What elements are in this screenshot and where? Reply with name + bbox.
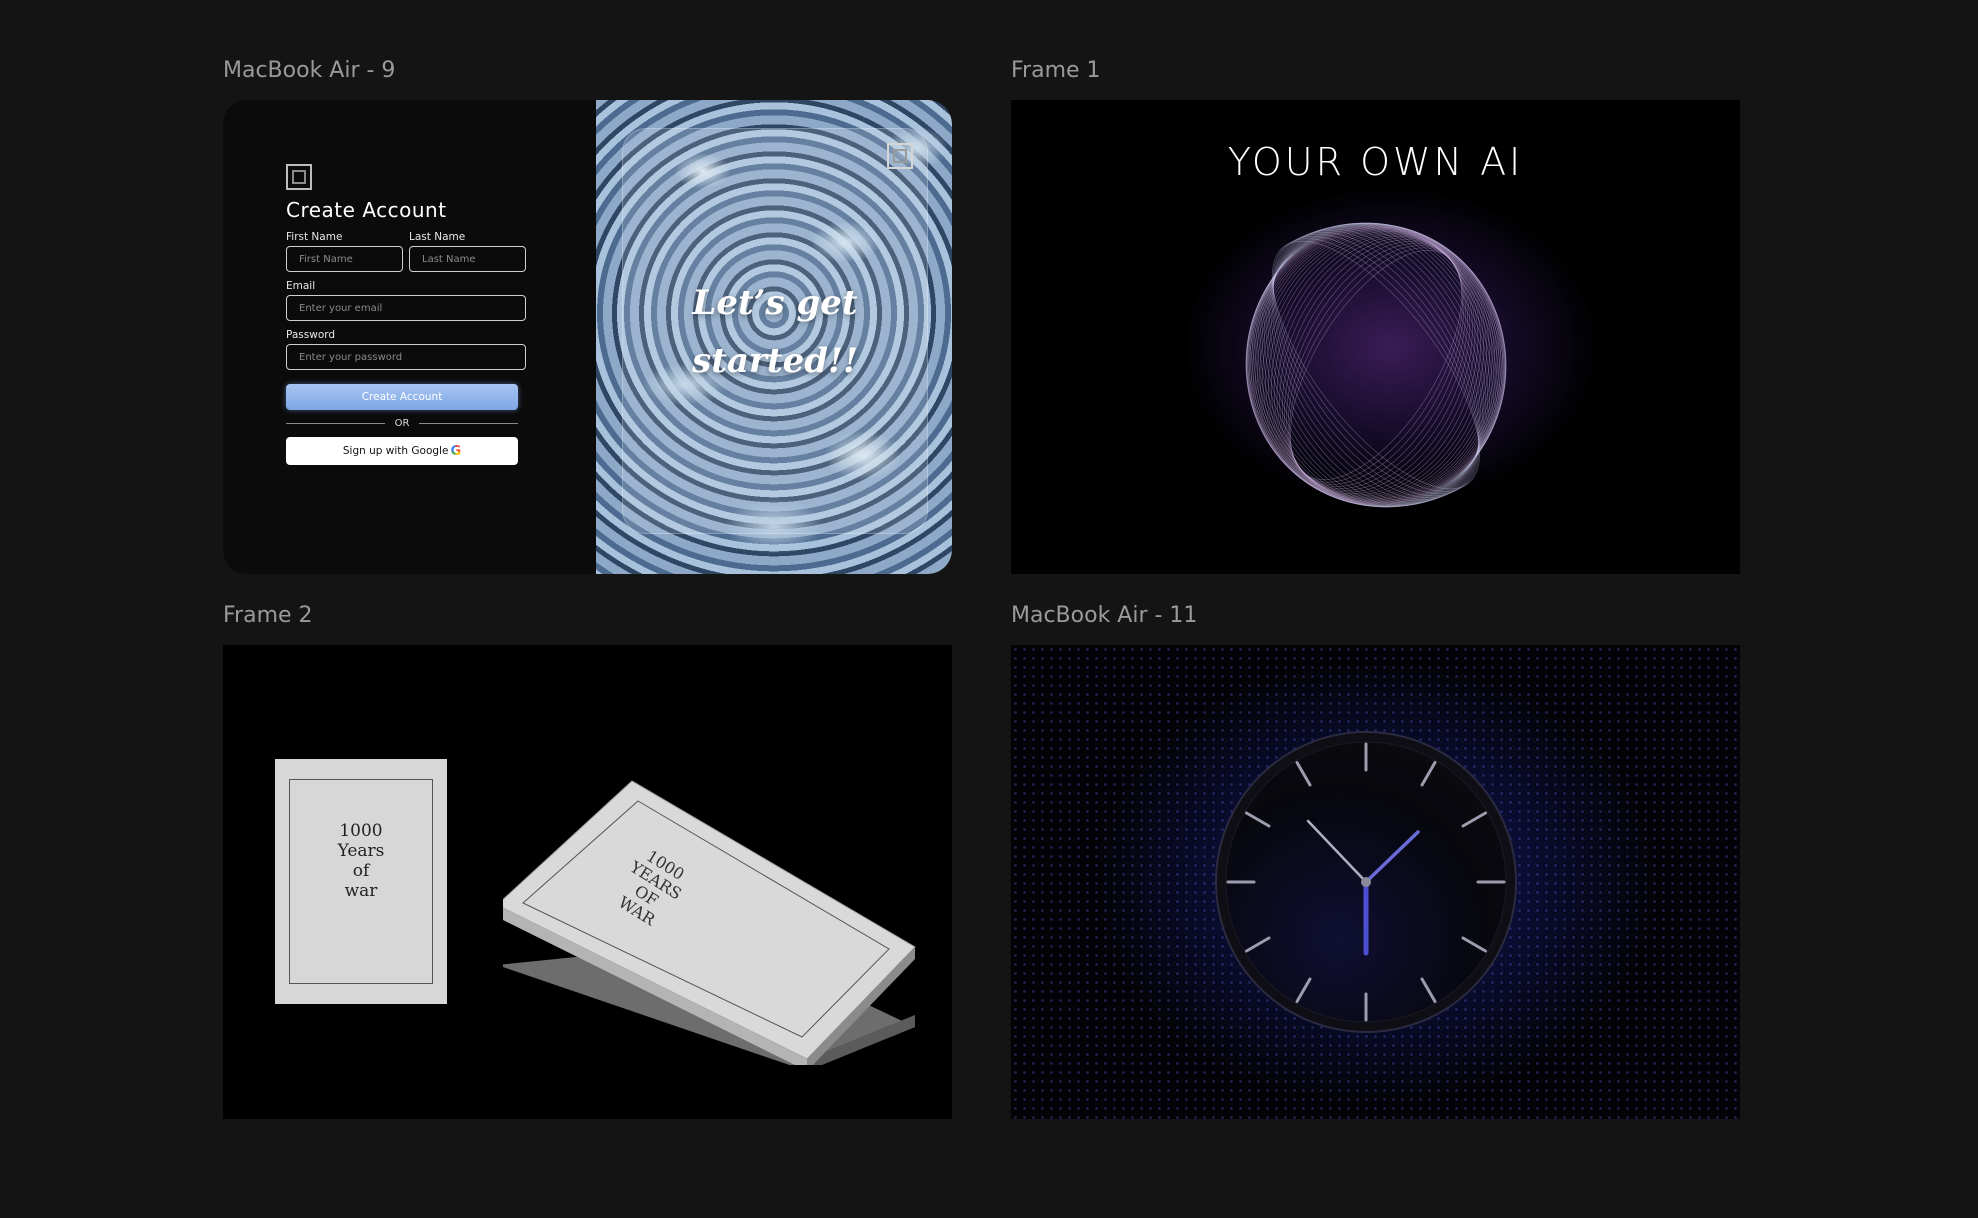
hero-image: Let’s get started!! <box>596 100 952 574</box>
google-icon: G <box>450 443 462 459</box>
book-cover-flat: 1000 Years of war <box>275 759 447 1004</box>
book-frame[interactable]: 1000 Years of war 1000 YEARS OF WAR <box>223 645 952 1119</box>
glass-card: Let’s get started!! <box>622 128 928 534</box>
email-input[interactable] <box>286 295 526 321</box>
create-account-button[interactable]: Create Account <box>286 384 518 410</box>
orb-wire <box>1272 236 1480 494</box>
wireframe-orb-graphic <box>1245 222 1507 508</box>
book-isometric: 1000 YEARS OF WAR <box>503 780 916 1065</box>
signup-form: Create Account First Name Last Name Emai… <box>286 164 526 465</box>
orb-wire <box>1247 223 1505 507</box>
divider-line-left <box>286 423 385 424</box>
frame-label-macbook-air-9[interactable]: MacBook Air - 9 <box>223 58 395 83</box>
or-divider: OR <box>286 418 519 429</box>
frame-label-frame-2[interactable]: Frame 2 <box>223 603 313 628</box>
orb-wire <box>1251 222 1501 508</box>
book-cover-title: 1000 Years of war <box>337 821 385 901</box>
logo-icon <box>286 164 312 190</box>
ai-headline: YOUR OWN AI <box>1227 140 1524 184</box>
orb-wire <box>1272 233 1480 497</box>
clock-graphic <box>1215 731 1517 1033</box>
tagline: Let’s get started!! <box>692 283 858 381</box>
last-name-label: Last Name <box>409 231 466 243</box>
signup-frame[interactable]: Create Account First Name Last Name Emai… <box>223 100 952 574</box>
orb-wire <box>1272 231 1480 499</box>
divider-line-right <box>419 423 519 424</box>
google-signup-label: Sign up with Google <box>342 445 449 457</box>
password-label: Password <box>286 329 336 341</box>
email-label: Email <box>286 280 316 292</box>
clock-frame[interactable] <box>1011 645 1740 1119</box>
frame-label-frame-1[interactable]: Frame 1 <box>1011 58 1101 83</box>
or-label: OR <box>394 418 410 429</box>
first-name-input[interactable] <box>286 246 403 272</box>
first-name-label: First Name <box>286 231 343 243</box>
orb-wire <box>1272 238 1480 492</box>
signup-title: Create Account <box>286 198 447 222</box>
password-input[interactable] <box>286 344 526 370</box>
orb-wire <box>1271 230 1481 500</box>
orb-wire <box>1246 223 1506 507</box>
logo-icon-small <box>887 143 913 169</box>
clock-center-pin <box>1361 877 1371 887</box>
ai-frame[interactable]: YOUR OWN AI <box>1011 100 1740 574</box>
frame-label-macbook-air-11[interactable]: MacBook Air - 11 <box>1011 603 1197 628</box>
orb-wire <box>1270 233 1482 497</box>
google-signup-button[interactable]: Sign up with Google G <box>286 437 518 465</box>
last-name-input[interactable] <box>409 246 526 272</box>
